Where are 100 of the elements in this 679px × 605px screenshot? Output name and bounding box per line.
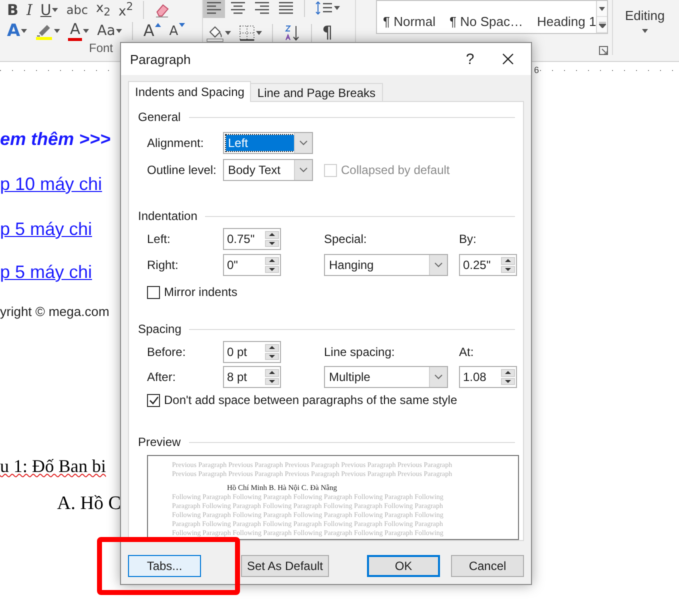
align-center-icon — [230, 0, 246, 16]
dropdown-button[interactable] — [429, 255, 447, 275]
spin-up-button[interactable] — [501, 257, 515, 264]
field-label: At: — [459, 345, 475, 359]
dialog-title: Paragraph — [130, 52, 191, 66]
sup-button[interactable]: x$^{2}$ — [116, 0, 136, 20]
dialog-button[interactable]: Set As Default — [241, 555, 329, 577]
borders-icon — [239, 25, 255, 41]
eraser-icon — [154, 2, 170, 18]
spin-down-button[interactable] — [265, 352, 279, 360]
bold-button[interactable]: B — [4, 0, 22, 20]
spin-down-button[interactable] — [265, 240, 279, 247]
chevron-icon — [434, 262, 443, 268]
field-label: Left: — [147, 232, 172, 246]
case-button[interactable]: Aa — [94, 21, 126, 41]
dropdown-button[interactable] — [294, 133, 312, 153]
grow-button[interactable]: A — [140, 21, 164, 41]
triangle-down-icon — [269, 268, 275, 271]
triangle-up-icon — [269, 259, 275, 262]
justify-icon — [278, 0, 294, 16]
right-indent-spinner[interactable]: 0" — [223, 254, 281, 276]
before-spinner[interactable]: 0 pt — [223, 341, 281, 363]
line-spacing-select[interactable]: Multiple — [324, 366, 448, 388]
style-item[interactable]: ¶ No Spac… — [450, 14, 523, 29]
document-text: yright © mega.com — [0, 303, 110, 321]
section-title: Indentation — [138, 209, 198, 223]
field-label: After: — [147, 370, 177, 384]
dialog-button[interactable]: OK — [367, 555, 440, 577]
help-button[interactable]: ? — [455, 43, 485, 75]
tab[interactable]: Line and Page Breaks — [250, 83, 383, 101]
spin-down-button[interactable] — [501, 266, 515, 273]
field-label: Outline level: — [147, 163, 218, 177]
tab[interactable]: Indents and Spacing — [128, 81, 252, 102]
align-left-button[interactable] — [203, 0, 225, 18]
triangle-up-icon — [269, 371, 275, 374]
triangle-up-icon — [505, 371, 511, 374]
text-effects-button[interactable]: A — [4, 21, 30, 41]
special-select[interactable]: Hanging — [324, 254, 448, 276]
underline-button[interactable]: U — [37, 0, 62, 20]
spin-up-button[interactable] — [265, 344, 279, 352]
triangle-down-icon — [505, 380, 511, 383]
strike-button[interactable]: abc — [63, 0, 91, 20]
alignment-select[interactable]: Left — [223, 132, 313, 154]
triangle-up-icon — [269, 346, 275, 350]
field-label: Special: — [324, 232, 368, 246]
italic-button[interactable]: I — [23, 0, 36, 20]
checkbox-label: Don't add space between paragraphs of the same style — [164, 393, 458, 407]
checkbox-label: Collapsed by default — [341, 163, 450, 177]
align-left-icon — [206, 0, 222, 16]
triangle-down-icon — [269, 354, 275, 358]
shrink-button[interactable]: A — [166, 21, 188, 41]
document-text: A. Hồ C — [57, 492, 121, 516]
link[interactable]: p 10 máy chi — [0, 172, 102, 196]
spin-up-button[interactable] — [501, 369, 515, 376]
by-spinner[interactable]: 0.25" — [459, 254, 517, 276]
spin-down-button[interactable] — [265, 266, 279, 273]
line-spacing-icon — [315, 0, 333, 16]
chevron-icon — [434, 374, 443, 380]
at-spinner[interactable]: 1.08 — [459, 366, 517, 388]
section-title: Preview — [138, 435, 181, 449]
left-indent-spinner[interactable]: 0.75" — [223, 228, 281, 250]
pilcrow-button[interactable]: ¶ — [319, 23, 336, 43]
font-color-button[interactable]: A — [65, 21, 92, 41]
field-label: Line spacing: — [324, 345, 396, 359]
dropdown-button[interactable] — [294, 160, 312, 180]
scroll-down-button[interactable] — [597, 1, 607, 17]
triangle-up-icon — [269, 233, 275, 236]
more-button[interactable] — [597, 17, 607, 33]
ruler-number: 6 — [533, 64, 540, 74]
dropdown-button[interactable] — [429, 367, 447, 387]
triangle-down-icon — [505, 268, 511, 271]
section-title: Spacing — [138, 322, 182, 336]
link[interactable]: p 5 máy chi — [0, 217, 92, 241]
caret-icon — [642, 29, 648, 33]
triangle-down-icon — [179, 23, 186, 27]
highlighter-icon — [35, 22, 54, 40]
checkbox[interactable] — [147, 286, 160, 298]
outline-level-select[interactable]: Body Text — [223, 159, 313, 181]
spin-down-button[interactable] — [265, 378, 279, 385]
field-label: Alignment: — [147, 136, 205, 150]
editing-button[interactable]: Editing — [621, 0, 669, 40]
spin-up-button[interactable] — [265, 369, 279, 376]
dialog-launcher-icon[interactable] — [599, 46, 608, 55]
dialog-button[interactable]: Tabs... — [128, 555, 201, 577]
field-label: Right: — [147, 258, 180, 272]
spin-down-button[interactable] — [501, 378, 515, 385]
checkbox[interactable] — [147, 394, 160, 406]
sub-button[interactable]: x$_{2}$ — [92, 0, 114, 20]
align-right-icon — [254, 0, 270, 16]
link[interactable]: p 5 máy chi — [0, 260, 92, 284]
dialog-button[interactable]: Cancel — [451, 555, 524, 577]
spin-up-button[interactable] — [265, 231, 279, 238]
after-spinner[interactable]: 8 pt — [223, 366, 281, 388]
spin-up-button[interactable] — [265, 257, 279, 264]
chevron-icon — [299, 140, 308, 146]
caret-icon — [599, 6, 606, 10]
triangle-up-icon — [155, 23, 162, 27]
sort-icon — [283, 24, 301, 42]
style-item[interactable]: ¶ Normal — [383, 14, 436, 29]
style-item[interactable]: Heading 1 — [536, 14, 596, 29]
